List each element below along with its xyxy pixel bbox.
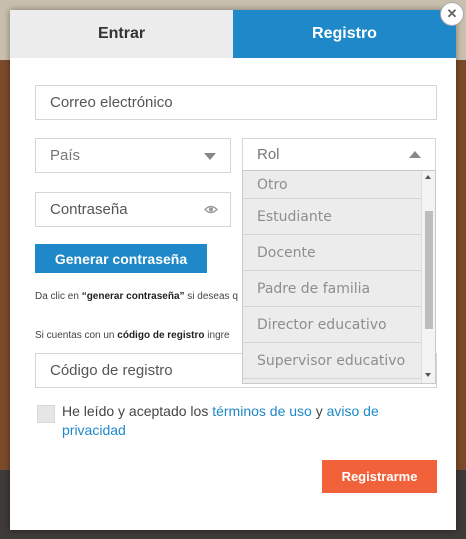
terms-of-use-link[interactable]: términos de uso [212, 403, 312, 419]
terms-middle: y [311, 403, 327, 419]
scroll-thumb[interactable] [425, 211, 433, 329]
close-icon[interactable]: ✕ [440, 2, 464, 26]
password-placeholder: Contraseña [50, 201, 128, 218]
hint2-bold: código de registro [117, 330, 205, 341]
registration-code-placeholder: Código de registro [50, 362, 173, 379]
terms-checkbox[interactable] [37, 405, 55, 423]
chevron-down-icon [204, 152, 216, 160]
terms-prefix: He leído y aceptado los [62, 403, 213, 419]
role-option[interactable]: Supervisor educativo [243, 343, 435, 379]
role-placeholder: Rol [257, 146, 280, 163]
chevron-up-icon [409, 150, 421, 158]
terms-text: He leído y aceptado los términos de uso … [62, 402, 402, 440]
role-dropdown-list[interactable]: Otro Estudiante Docente Padre de familia… [242, 170, 436, 384]
role-option[interactable]: Padre de familia [243, 271, 435, 307]
tab-registro[interactable]: Registro [233, 10, 456, 58]
hint1-bold: “generar contraseña” [81, 291, 185, 302]
password-field[interactable]: Contraseña [35, 192, 231, 227]
role-option[interactable]: Otro [243, 171, 435, 199]
role-select[interactable]: Rol [242, 138, 436, 171]
register-submit-button[interactable]: Registrarme [322, 460, 437, 493]
scroll-down-arrow-icon[interactable] [425, 373, 431, 377]
hint1-suffix: si deseas q [184, 291, 238, 302]
registration-modal: Entrar Registro ✕ Correo electrónico Paí… [10, 2, 464, 530]
email-field[interactable]: Correo electrónico [35, 85, 437, 120]
registration-code-hint: Si cuentas con un código de registro ing… [35, 330, 240, 341]
role-option[interactable]: Estudiante [243, 199, 435, 235]
email-placeholder: Correo electrónico [50, 94, 173, 111]
role-option[interactable]: Docente [243, 235, 435, 271]
scroll-up-arrow-icon[interactable] [425, 175, 431, 179]
tab-bar: Entrar Registro [10, 10, 456, 58]
country-placeholder: País [50, 147, 81, 164]
country-select[interactable]: País [35, 138, 231, 173]
hint2-suffix: ingre [204, 330, 230, 341]
tab-entrar[interactable]: Entrar [10, 10, 233, 58]
generate-password-button[interactable]: Generar contraseña [35, 244, 207, 273]
role-option[interactable]: Director educativo [243, 307, 435, 343]
generate-password-hint: Da clic en “generar contraseña” si desea… [35, 291, 240, 302]
hint1-prefix: Da clic en [35, 291, 82, 302]
hint2-prefix: Si cuentas con un [35, 330, 118, 341]
dropdown-scrollbar[interactable] [421, 171, 435, 383]
eye-icon[interactable] [204, 201, 218, 218]
